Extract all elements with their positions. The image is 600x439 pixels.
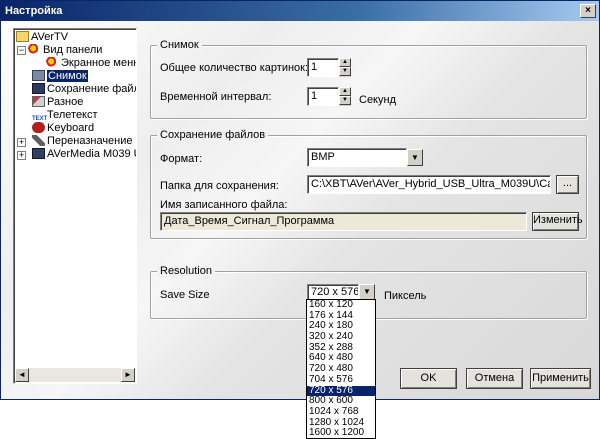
tree-item-misc[interactable]: Разное	[32, 96, 83, 109]
change-button[interactable]: Изменить	[532, 212, 583, 231]
picture-count-input[interactable]: 1	[307, 58, 339, 77]
settings-tree[interactable]: − + + AVerTV Вид панели Экранное меню Сн…	[13, 28, 137, 384]
save-size-dropdown-icon[interactable]: ▼	[359, 284, 375, 300]
save-size-option[interactable]: 1024 x 768	[307, 406, 375, 418]
tree-expander-remap[interactable]: +	[17, 138, 26, 147]
scroll-left-icon[interactable]: ◄	[15, 368, 29, 382]
title-bar: Настройка ×	[1, 1, 599, 21]
interval-input[interactable]: 1	[307, 87, 339, 106]
spin-up-icon[interactable]: ▲	[339, 87, 351, 96]
snapshot-legend: Снимок	[157, 39, 202, 51]
browse-button[interactable]: ...	[556, 175, 579, 194]
filename-label: Имя записанного файла:	[160, 199, 288, 211]
camera-icon	[32, 70, 45, 81]
save-size-options-list[interactable]: 160 x 120 176 x 144 240 x 180 320 x 240 352 …	[306, 299, 376, 439]
save-size-option[interactable]: 1600 x 1200	[307, 428, 375, 438]
filename-field: Дата_Время_Сигнал_Программа	[160, 212, 527, 231]
remote-icon	[32, 135, 45, 146]
cancel-button[interactable]: Отмена	[466, 368, 523, 389]
folder-icon	[16, 31, 29, 42]
format-label: Формат:	[160, 153, 203, 165]
spin-down-icon[interactable]: ▼	[339, 67, 351, 76]
device-icon	[32, 148, 45, 159]
tree-expander-device[interactable]: +	[17, 151, 26, 160]
tree-item-file-saving[interactable]: Сохранение файлов	[32, 83, 136, 96]
interval-label: Временной интервал:	[160, 91, 272, 103]
file-saving-legend: Сохранение файлов	[157, 129, 269, 141]
picture-count-spinner[interactable]: ▲ ▼	[339, 58, 351, 77]
pixel-unit: Пиксель	[384, 290, 427, 302]
tree-item-device[interactable]: AVerMedia M039 USB	[32, 148, 136, 161]
interval-unit: Секунд	[359, 94, 396, 106]
misc-icon	[32, 96, 45, 107]
floppy-icon	[32, 83, 45, 94]
tree-item-avertv[interactable]: AVerTV	[16, 31, 68, 44]
folder-label: Папка для сохранения:	[160, 180, 279, 192]
tree-expander-view-panel[interactable]: −	[17, 46, 26, 55]
save-size-label: Save Size	[160, 289, 210, 301]
picture-count-label: Общее количество картинок:	[160, 62, 309, 74]
spin-down-icon[interactable]: ▼	[339, 96, 351, 105]
format-dropdown-icon[interactable]: ▼	[407, 149, 423, 166]
scroll-right-icon[interactable]: ►	[121, 368, 135, 382]
resolution-legend: Resolution	[157, 265, 215, 277]
keyboard-icon	[32, 122, 45, 133]
snapshot-group: Снимок	[150, 39, 587, 119]
tree-item-keyboard[interactable]: Keyboard	[32, 122, 94, 135]
format-select[interactable]: BMP	[307, 148, 407, 167]
save-size-select[interactable]: 720 x 576	[307, 284, 359, 300]
tree-item-view-panel[interactable]: Вид панели	[28, 44, 102, 57]
tree-horizontal-scrollbar[interactable]: ◄ ►	[15, 368, 135, 382]
tree-item-remap[interactable]: Переназначение пул	[32, 135, 136, 148]
window-title: Настройка	[5, 5, 63, 17]
spin-up-icon[interactable]: ▲	[339, 58, 351, 67]
tree-item-snapshot[interactable]: Снимок	[32, 70, 88, 83]
ok-button[interactable]: OK	[400, 368, 457, 389]
interval-spinner[interactable]: ▲ ▼	[339, 87, 351, 106]
apply-button[interactable]: Применить	[530, 368, 591, 389]
save-size-option[interactable]: 704 x 576	[307, 374, 375, 386]
close-button[interactable]: ×	[580, 4, 596, 18]
tree-item-osd[interactable]: Экранное меню	[46, 57, 136, 70]
tree-item-teletext[interactable]: TEXTТелетекст	[32, 109, 98, 122]
display-icon	[28, 44, 41, 55]
folder-input[interactable]: C:\XBT\AVer\AVer_Hybrid_USB_Ultra_M039U\…	[307, 175, 551, 194]
settings-window: Настройка × − + + AVerTV Вид панели Экра…	[0, 0, 600, 400]
osd-icon	[46, 57, 59, 68]
